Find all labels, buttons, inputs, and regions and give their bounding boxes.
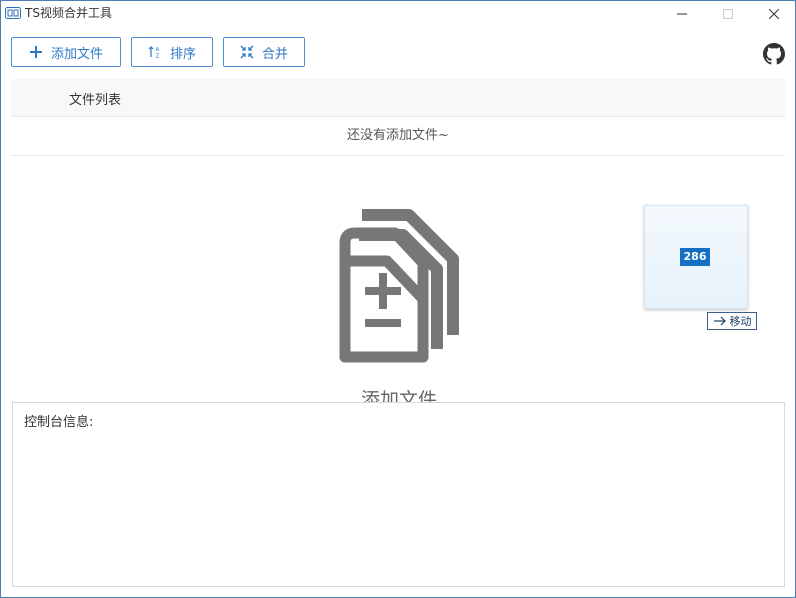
merge-label: 合并: [261, 46, 288, 62]
console-panel[interactable]: 控制台信息:: [12, 402, 785, 587]
close-button[interactable]: [751, 1, 796, 27]
arrow-right-icon: [713, 316, 726, 326]
svg-text:Z: Z: [155, 54, 159, 60]
github-icon[interactable]: [763, 43, 785, 65]
add-file-button[interactable]: 添加文件: [11, 37, 121, 67]
merge-button[interactable]: 合并: [223, 37, 305, 67]
merge-arrows-icon: [240, 45, 254, 59]
sort-az-icon: A Z: [148, 46, 159, 60]
sort-label: 排序: [169, 46, 196, 62]
minimize-button[interactable]: [659, 1, 705, 27]
maximize-button[interactable]: [705, 1, 751, 27]
floating-badge: 286: [680, 248, 710, 266]
file-list-title: 文件列表: [69, 93, 122, 108]
move-button[interactable]: 移动: [707, 312, 757, 330]
title-bar[interactable]: TS视频合并工具: [1, 1, 795, 27]
close-icon: [769, 9, 779, 19]
file-list-header: 文件列表: [11, 79, 785, 117]
minimize-icon: [677, 13, 687, 15]
sort-button[interactable]: A Z 排序: [131, 37, 213, 67]
svg-text:A: A: [155, 47, 159, 53]
add-file-label: 添加文件: [50, 46, 103, 62]
floating-card[interactable]: 286: [644, 205, 748, 309]
file-plus-minus-icon: [339, 209, 459, 363]
move-label: 移动: [729, 315, 752, 328]
maximize-icon: [723, 9, 733, 19]
window-title: TS视频合并工具: [25, 6, 112, 20]
file-list-empty-text: 还没有添加文件~: [11, 117, 785, 156]
plus-icon: [29, 46, 42, 58]
app-logo-icon: [5, 7, 21, 19]
app-window: TS视频合并工具 添加文件 A Z 排序 合并 文件列表 还没有添加文件~ 添加…: [0, 0, 796, 598]
console-label: 控制台信息:: [24, 415, 94, 430]
